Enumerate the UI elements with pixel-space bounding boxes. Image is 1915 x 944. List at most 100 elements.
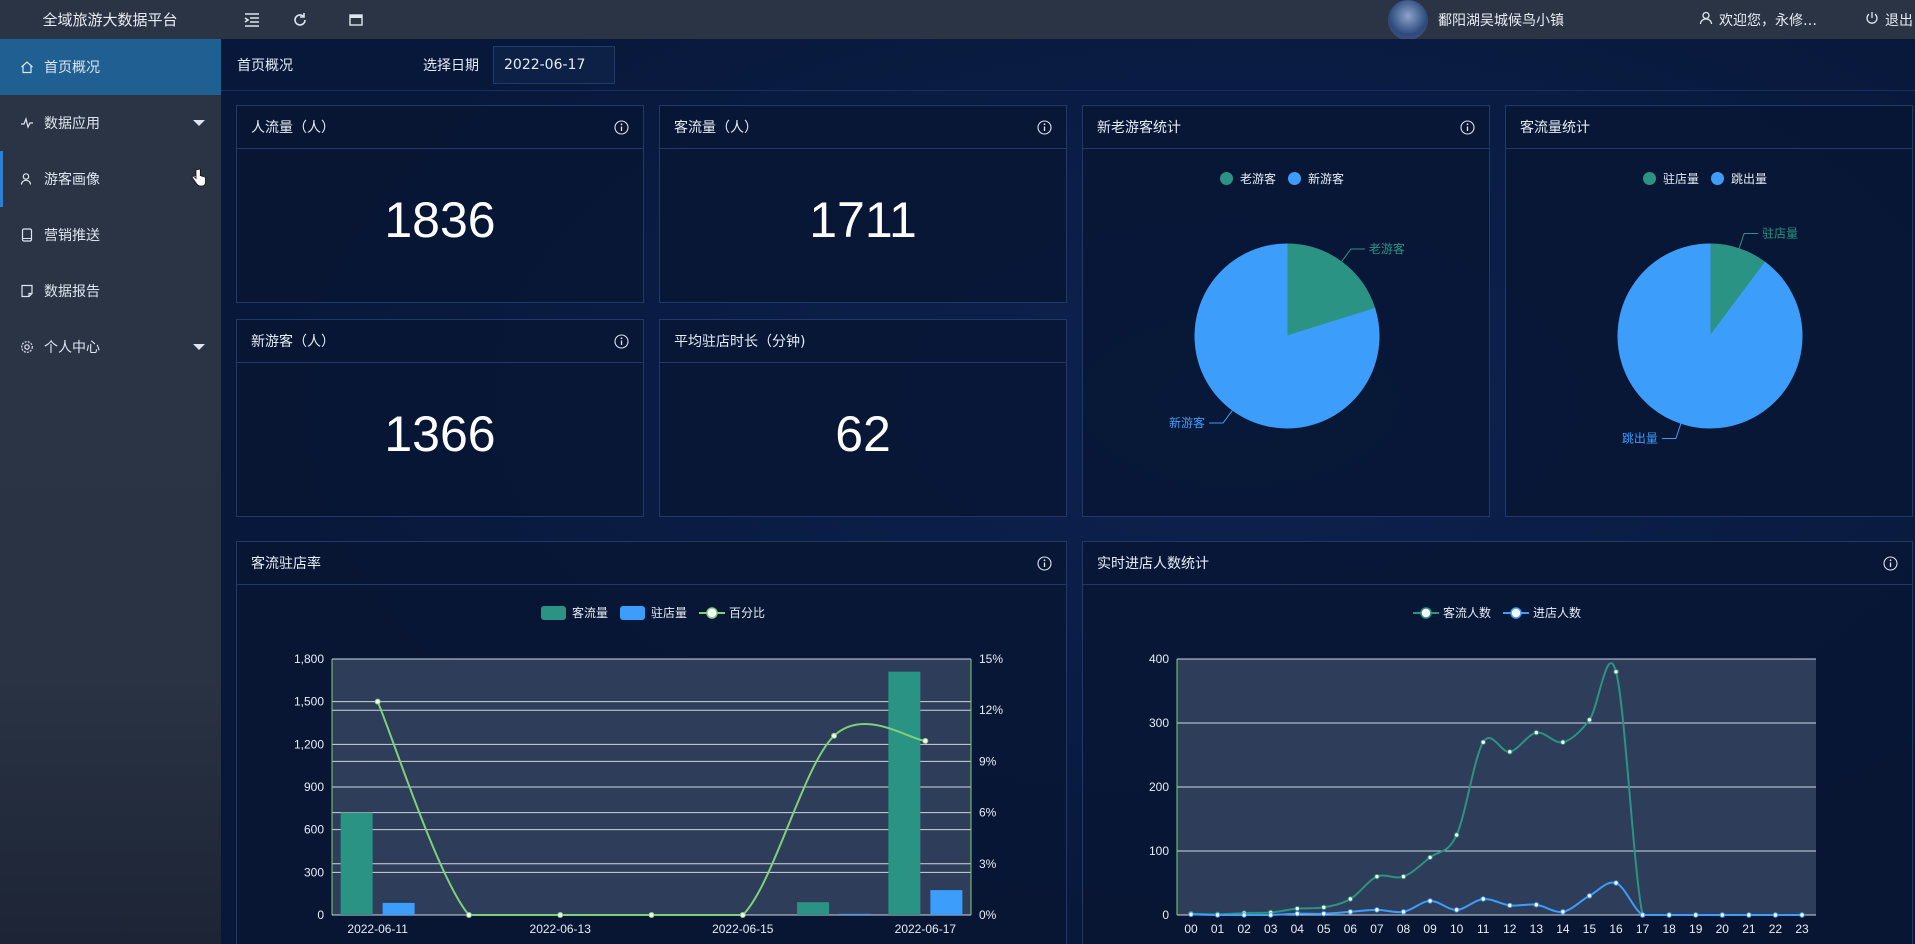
sidebar-item-visitor-profile[interactable]: 游客画像: [0, 151, 221, 207]
y-tick-label: 1,500: [294, 695, 324, 709]
kpi-card: 人流量（人） 1836: [236, 105, 644, 303]
indent-icon[interactable]: [242, 10, 262, 30]
kpi-title-text: 客流量（人）: [674, 120, 758, 136]
x-tick-label: 07: [1370, 922, 1384, 936]
kpi-value: 1711: [809, 192, 917, 248]
data-point: [1374, 907, 1380, 913]
x-tick-label: 15: [1583, 922, 1597, 936]
refresh-icon[interactable]: [290, 10, 310, 30]
data-point: [1241, 912, 1247, 918]
pie-card-visitor-type: 新老游客统计 老游客 新游客 老游客 新游客: [1082, 105, 1490, 517]
data-point: [1693, 912, 1699, 918]
window-icon[interactable]: [346, 10, 366, 30]
x-tick-label: 16: [1609, 922, 1623, 936]
site-name[interactable]: 鄱阳湖吴城候鸟小镇: [1438, 10, 1564, 30]
x-tick-label: 05: [1317, 922, 1331, 936]
y-tick-label: 0: [317, 908, 324, 922]
sidebar-item-data-apps[interactable]: 数据应用: [0, 95, 221, 151]
data-point: [1639, 912, 1646, 918]
data-point: [1400, 873, 1407, 880]
home-icon: [20, 60, 34, 74]
data-point: [1453, 832, 1460, 838]
data-point-percent: [557, 912, 564, 918]
bar-customer-flow: [340, 812, 373, 915]
chevron-down-icon[interactable]: [193, 344, 205, 350]
cursor-hand-icon: [191, 168, 206, 187]
y2-tick-label: 9%: [979, 754, 997, 768]
sidebar: 首页概况 数据应用 游客画像 营销推送 数据报告 个人中心: [0, 39, 221, 944]
data-point: [1427, 898, 1433, 904]
welcome-text[interactable]: 欢迎您，永修…: [1719, 10, 1817, 30]
x-tick-label: 11: [1477, 922, 1490, 936]
data-point: [1719, 912, 1726, 918]
info-icon[interactable]: [614, 120, 629, 135]
x-tick-label: 14: [1556, 922, 1570, 936]
data-point: [1294, 905, 1300, 912]
y-tick-label: 0: [1162, 908, 1169, 922]
y-tick-label: 300: [304, 865, 324, 879]
sidebar-item-home[interactable]: 首页概况: [0, 39, 221, 95]
pie-label-line: [1661, 423, 1682, 439]
sidebar-item-personal[interactable]: 个人中心: [0, 319, 221, 375]
x-tick-label: 2022-06-11: [347, 922, 408, 936]
y2-tick-label: 3%: [979, 857, 997, 871]
data-point-percent: [465, 912, 472, 918]
users-icon: [20, 172, 34, 186]
info-icon[interactable]: [614, 334, 629, 349]
pie-slice-label: 驻店量: [1762, 226, 1798, 241]
main-content: 首页概况 选择日期 2022-06-17 人流量（人） 1836 客流量（人） …: [221, 39, 1915, 944]
info-icon[interactable]: [1037, 120, 1052, 135]
date-label: 选择日期: [423, 57, 479, 74]
pulse-icon: [20, 116, 34, 130]
data-point: [1586, 717, 1593, 723]
kpi-title: 人流量（人）: [237, 106, 643, 149]
pie-chart: 老游客新游客: [1169, 241, 1405, 430]
logout-button[interactable]: 退出: [1885, 10, 1915, 30]
x-tick-label: 19: [1689, 922, 1703, 936]
sidebar-item-reports[interactable]: 数据报告: [0, 263, 221, 319]
x-tick-label: 13: [1530, 922, 1544, 936]
y2-tick-label: 0%: [979, 908, 997, 922]
sidebar-item-marketing[interactable]: 营销推送: [0, 207, 221, 263]
kpi-value: 1366: [384, 406, 496, 462]
sidebar-item-label: 个人中心: [44, 340, 100, 356]
site-avatar[interactable]: [1388, 0, 1428, 40]
user-icon: [1699, 10, 1713, 29]
y2-tick-label: 6%: [979, 806, 997, 820]
line-chart: 0 100 200 300 400 00 01 02 03 04 05 06 07 08 09 10 11 12 1…: [1149, 652, 1816, 936]
data-point: [1507, 902, 1513, 909]
x-tick-label: 22: [1769, 922, 1783, 936]
chevron-down-icon[interactable]: [193, 120, 205, 126]
sidebar-item-label: 数据报告: [44, 284, 100, 300]
data-point-percent: [831, 732, 838, 739]
x-tick-label: 2022-06-15: [712, 922, 774, 936]
kpi-card: 新游客（人） 1366: [236, 319, 644, 517]
kpi-title-text: 人流量（人）: [251, 120, 335, 136]
pie-slice-label: 新游客: [1169, 415, 1205, 430]
data-point: [1507, 749, 1513, 755]
x-tick-label: 17: [1636, 922, 1650, 936]
kpi-value: 1836: [384, 192, 496, 248]
data-point: [1294, 911, 1300, 917]
data-point: [1267, 912, 1274, 918]
y2-tick-label: 12%: [979, 703, 1003, 717]
data-point: [1321, 911, 1327, 917]
x-tick-label: 18: [1662, 922, 1676, 936]
x-tick-label: 00: [1184, 922, 1198, 936]
data-point: [1533, 902, 1540, 908]
kpi-title: 客流量（人）: [660, 106, 1066, 149]
y-tick-label: 300: [1149, 716, 1169, 730]
data-point: [1613, 880, 1619, 886]
data-point: [1188, 911, 1194, 918]
chart-card-stay-rate: 客流驻店率 客流量 驻店量 百分比 0 300 600 900 1,200 1,500 1,…: [236, 541, 1067, 944]
date-picker-input[interactable]: 2022-06-17: [493, 45, 615, 84]
power-icon[interactable]: [1865, 10, 1879, 29]
y-tick-label: 1,800: [294, 652, 324, 666]
pie-chart: 驻店量跳出量: [1617, 226, 1803, 445]
data-point: [1666, 912, 1672, 918]
kpi-title-text: 新游客（人）: [251, 334, 335, 350]
x-tick-label: 10: [1450, 922, 1464, 936]
gear-icon: [20, 340, 34, 354]
pie-slice-label: 跳出量: [1622, 431, 1658, 445]
y-tick-label: 600: [304, 823, 324, 837]
